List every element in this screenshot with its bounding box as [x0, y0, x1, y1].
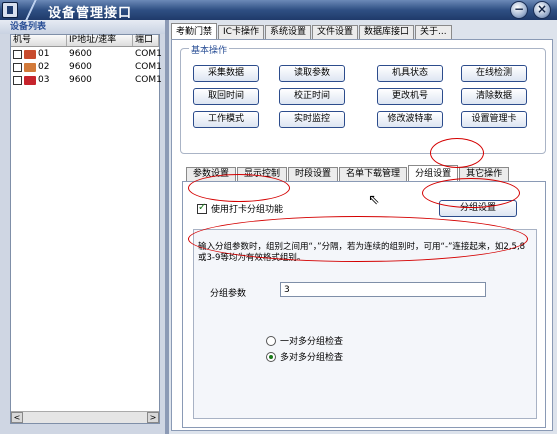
radio-one-to-many[interactable]: 一对多分组检查: [266, 334, 343, 347]
device-checkbox[interactable]: [13, 62, 22, 72]
collect-data-button[interactable]: 采集数据: [193, 65, 259, 82]
tab-database[interactable]: 数据库接口: [359, 25, 415, 39]
device-icon: [24, 75, 36, 85]
device-port: COM1: [135, 62, 162, 72]
device-port: COM1: [135, 75, 162, 85]
column-header-id[interactable]: 机号: [11, 35, 67, 46]
basic-operations-legend: 基本操作: [189, 43, 230, 56]
app-icon[interactable]: [2, 2, 18, 18]
radio-one-to-many-label: 一对多分组检查: [280, 337, 344, 347]
group-format-description: 输入分组参数时，组别之间用“，”分隔，若为连续的组别时，可用“-”连接起来，如2…: [198, 242, 526, 263]
tab-group-settings[interactable]: 分组设置: [408, 165, 459, 181]
scroll-right-icon[interactable]: >: [147, 412, 159, 423]
attendance-tab-content: 基本操作 采集数据 读取参数 机具状态 在线检测 取回时间 校正时间 更改机号 …: [171, 39, 553, 431]
tab-file-settings[interactable]: 文件设置: [311, 25, 358, 39]
group-params-area: 输入分组参数时，组别之间用“，”分隔，若为连续的组别时，可用“-”连接起来，如2…: [193, 229, 537, 419]
device-row[interactable]: 01 9600 COM1: [11, 48, 162, 60]
device-status-button[interactable]: 机具状态: [377, 65, 443, 82]
device-id: 02: [38, 62, 50, 72]
enable-group-checkbox[interactable]: [197, 202, 207, 214]
device-panel: 设备列表 机号 IP地址/速率 端口 01 9600 COM1 02 9600 …: [0, 20, 165, 434]
device-id: 03: [38, 75, 50, 85]
column-header-port[interactable]: 端口: [133, 35, 159, 46]
enable-group-row[interactable]: 使用打卡分组功能: [197, 202, 283, 215]
device-row[interactable]: 02 9600 COM1: [11, 61, 162, 73]
read-params-button[interactable]: 读取参数: [279, 65, 345, 82]
tab-param-settings[interactable]: 参数设置: [186, 167, 237, 181]
admin-card-button[interactable]: 设置管理卡: [461, 111, 527, 128]
tab-system-settings[interactable]: 系统设置: [264, 25, 311, 39]
basic-operations-group: 基本操作 采集数据 读取参数 机具状态 在线检测 取回时间 校正时间 更改机号 …: [180, 43, 546, 154]
online-check-button[interactable]: 在线检测: [461, 65, 527, 82]
tab-ic-card[interactable]: IC卡操作: [218, 25, 264, 39]
group-param-label: 分组参数: [210, 289, 247, 299]
device-rate: 9600: [69, 49, 92, 59]
group-settings-content: 使用打卡分组功能 分组设置 输入分组参数时，组别之间用“，”分隔，若为连续的组别…: [182, 181, 546, 428]
tab-time-period[interactable]: 时段设置: [288, 167, 339, 181]
close-button[interactable]: ×: [533, 1, 551, 19]
group-settings-button[interactable]: 分组设置: [439, 200, 517, 217]
baud-rate-button[interactable]: 修改波特率: [377, 111, 443, 128]
scroll-left-icon[interactable]: <: [11, 412, 23, 423]
device-row[interactable]: 03 9600 COM1: [11, 74, 162, 86]
device-icon: [24, 49, 36, 59]
tab-other-ops[interactable]: 其它操作: [459, 167, 510, 181]
device-list-header: 设备列表: [0, 20, 165, 34]
tab-list-download[interactable]: 名单下载管理: [339, 167, 408, 181]
device-rate: 9600: [69, 75, 92, 85]
minimize-button[interactable]: −: [510, 1, 528, 19]
enable-group-label: 使用打卡分组功能: [211, 205, 284, 215]
clear-data-button[interactable]: 清除数据: [461, 88, 527, 105]
device-icon: [24, 62, 36, 72]
device-id: 01: [38, 49, 50, 59]
device-checkbox[interactable]: [13, 75, 22, 85]
radio-many-to-many-label: 多对多分组检查: [280, 353, 344, 363]
column-header-rate[interactable]: IP地址/速率: [67, 35, 133, 46]
work-mode-button[interactable]: 工作模式: [193, 111, 259, 128]
sub-tab-bar: 参数设置 显示控制 时段设置 名单下载管理 分组设置 其它操作: [186, 165, 510, 181]
radio-one-to-many-button[interactable]: [266, 335, 276, 346]
sync-time-button[interactable]: 校正时间: [279, 88, 345, 105]
top-tab-bar: 考勤门禁 IC卡操作 系统设置 文件设置 数据库接口 关于...: [171, 23, 453, 39]
main-panel: 考勤门禁 IC卡操作 系统设置 文件设置 数据库接口 关于... 基本操作 采集…: [169, 20, 557, 434]
mouse-cursor-icon: ⇖: [368, 192, 380, 208]
device-checkbox[interactable]: [13, 49, 22, 59]
tab-attendance[interactable]: 考勤门禁: [171, 23, 218, 39]
get-time-button[interactable]: 取回时间: [193, 88, 259, 105]
realtime-monitor-button[interactable]: 实时监控: [279, 111, 345, 128]
group-param-input[interactable]: [280, 282, 486, 297]
horizontal-scrollbar[interactable]: < >: [11, 411, 159, 423]
window-title: 设备管理接口: [48, 6, 133, 21]
title-decoration: [24, 0, 38, 20]
title-bar: 设备管理接口 − ×: [0, 0, 557, 21]
device-port: COM1: [135, 49, 162, 59]
radio-many-to-many-button[interactable]: [266, 351, 276, 362]
tab-about[interactable]: 关于...: [415, 25, 452, 39]
change-id-button[interactable]: 更改机号: [377, 88, 443, 105]
device-list-columns: 机号 IP地址/速率 端口: [11, 35, 159, 47]
device-list[interactable]: 机号 IP地址/速率 端口 01 9600 COM1 02 9600 COM1 …: [10, 34, 162, 424]
device-rate: 9600: [69, 62, 92, 72]
radio-many-to-many[interactable]: 多对多分组检查: [266, 350, 343, 363]
tab-display-control[interactable]: 显示控制: [237, 167, 288, 181]
